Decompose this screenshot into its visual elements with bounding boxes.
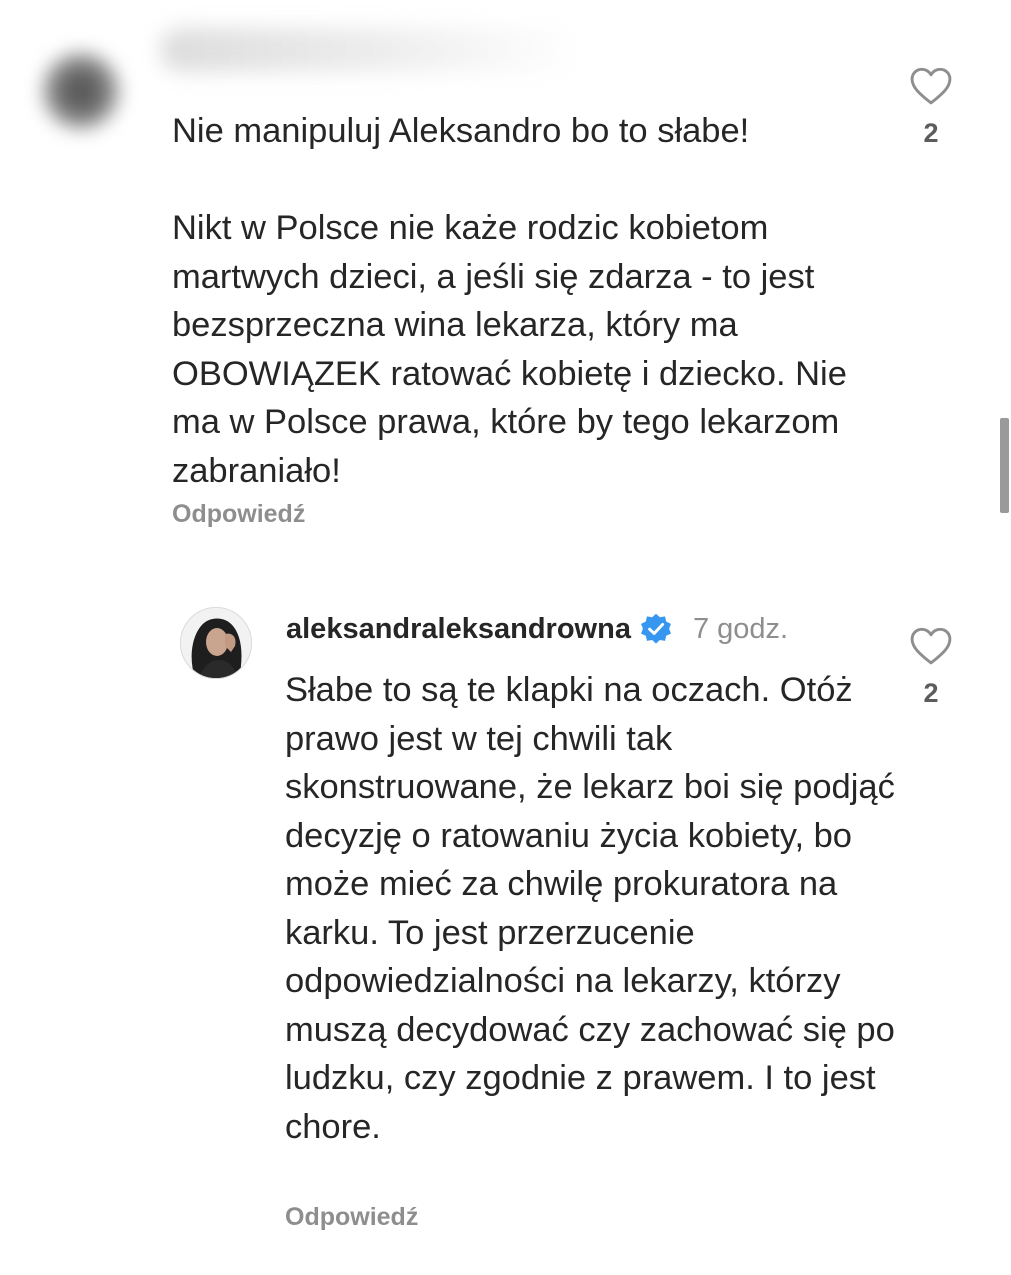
reply-button[interactable]: Odpowiedź bbox=[285, 1203, 418, 1232]
like-count: 2 bbox=[923, 678, 939, 708]
like-control: 2 bbox=[907, 66, 955, 149]
profile-photo bbox=[181, 608, 251, 678]
username[interactable]: aleksandraleksandrowna bbox=[286, 613, 631, 646]
comment-text: Słabe to są te klapki na oczach. Otóż pr… bbox=[285, 671, 895, 1146]
blurred-avatar bbox=[42, 52, 120, 130]
scrollbar[interactable] bbox=[1000, 418, 1009, 513]
heart-outline-icon[interactable] bbox=[909, 66, 953, 106]
like-control: 2 bbox=[907, 626, 955, 709]
avatar[interactable] bbox=[180, 607, 252, 679]
timestamp[interactable]: 7 godz. bbox=[693, 613, 788, 646]
reply-button[interactable]: Odpowiedź bbox=[172, 500, 305, 529]
comment-header: aleksandraleksandrowna 7 godz. bbox=[286, 607, 788, 651]
comment-text: Nie manipuluj Aleksandro bo to słabe! Ni… bbox=[172, 112, 847, 490]
like-count: 2 bbox=[923, 118, 939, 148]
comments-page: Nie manipuluj Aleksandro bo to słabe! Ni… bbox=[0, 0, 1011, 1275]
heart-outline-icon[interactable] bbox=[909, 626, 953, 666]
verified-badge-icon bbox=[640, 613, 671, 644]
blurred-username bbox=[160, 28, 580, 72]
